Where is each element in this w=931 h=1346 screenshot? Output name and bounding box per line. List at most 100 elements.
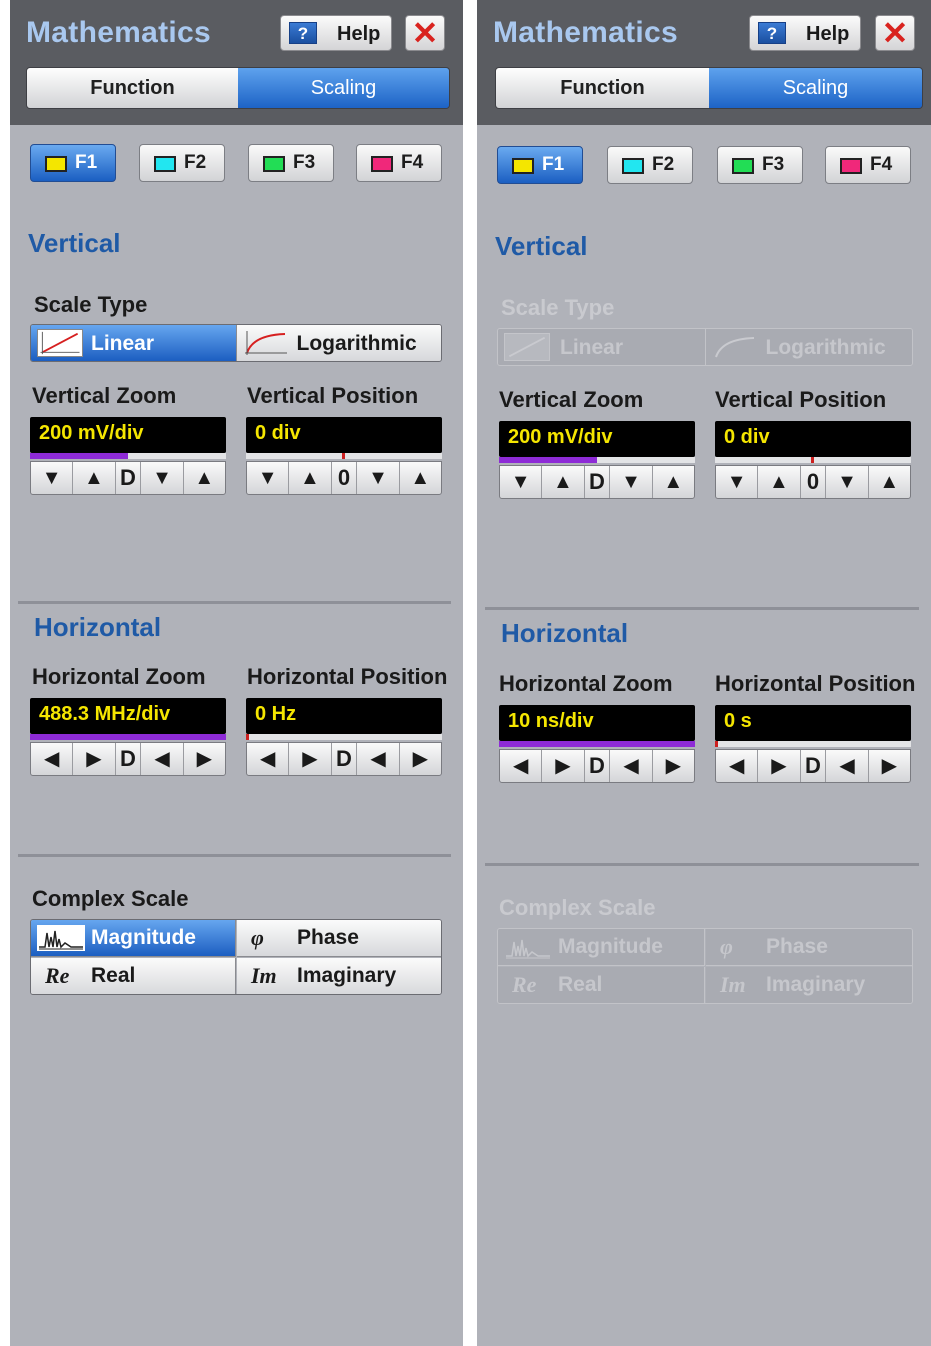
default-button[interactable]: D <box>585 466 611 498</box>
panel-title: Mathematics <box>26 16 212 49</box>
help-button[interactable]: ? Help <box>280 15 392 51</box>
function-f2-button[interactable]: F2 <box>607 146 693 184</box>
step-right-coarse-button[interactable]: ▶ <box>289 743 332 775</box>
step-right-fine-button[interactable]: ▶ <box>184 743 225 775</box>
magnitude-label: Magnitude <box>91 926 196 949</box>
help-label: Help <box>806 23 850 45</box>
step-up-fine-button[interactable]: ▲ <box>184 462 225 494</box>
step-up-coarse-button[interactable]: ▲ <box>758 466 801 498</box>
tab-scaling[interactable]: Scaling <box>238 68 449 108</box>
step-left-fine-button[interactable]: ◀ <box>826 750 869 782</box>
position-marker <box>246 734 249 740</box>
scale-type-label: Scale Type <box>501 295 615 320</box>
scale-log-label: Logarithmic <box>296 332 417 355</box>
step-right-fine-button[interactable]: ▶ <box>400 743 441 775</box>
zoom-fill <box>30 453 128 459</box>
horizontal-position-bar <box>715 741 911 747</box>
step-right-fine-button[interactable]: ▶ <box>869 750 910 782</box>
vertical-zoom-bar <box>30 453 226 459</box>
scale-linear-option[interactable]: Linear <box>31 325 237 361</box>
function-f4-button[interactable]: F4 <box>356 144 442 182</box>
function-f2-button[interactable]: F2 <box>139 144 225 182</box>
step-down-coarse-button[interactable]: ▼ <box>247 462 290 494</box>
linear-scale-icon <box>504 333 550 361</box>
function-f3-button[interactable]: F3 <box>248 144 334 182</box>
step-left-fine-button[interactable]: ◀ <box>141 743 184 775</box>
f2-color-swatch <box>622 158 644 174</box>
vertical-position-value[interactable]: 0 div <box>715 421 911 457</box>
step-up-fine-button[interactable]: ▲ <box>869 466 910 498</box>
function-f1-button[interactable]: F1 <box>497 146 583 184</box>
scale-log-label: Logarithmic <box>765 336 886 359</box>
step-up-fine-button[interactable]: ▲ <box>400 462 441 494</box>
step-down-fine-button[interactable]: ▼ <box>357 462 400 494</box>
zero-button[interactable]: 0 <box>801 466 827 498</box>
step-down-fine-button[interactable]: ▼ <box>610 466 653 498</box>
complex-phase-option[interactable]: φ Phase <box>237 920 441 957</box>
close-icon[interactable]: ✕ <box>405 15 445 51</box>
section-divider <box>485 863 919 866</box>
horizontal-position-label: Horizontal Position <box>247 664 448 689</box>
im-icon: Im <box>251 963 277 988</box>
horizontal-position-value[interactable]: 0 s <box>715 705 911 741</box>
vertical-zoom-label: Vertical Zoom <box>499 387 644 412</box>
step-left-coarse-button[interactable]: ◀ <box>31 743 74 775</box>
horizontal-zoom-bar <box>499 741 695 747</box>
scale-linear-label: Linear <box>560 336 624 359</box>
step-down-fine-button[interactable]: ▼ <box>141 462 184 494</box>
function-f3-button[interactable]: F3 <box>717 146 803 184</box>
zero-button[interactable]: 0 <box>332 462 358 494</box>
complex-real-option[interactable]: Re Real <box>31 958 236 994</box>
scale-logarithmic-option[interactable]: Logarithmic <box>236 325 441 361</box>
horizontal-position-value[interactable]: 0 Hz <box>246 698 442 734</box>
vertical-zoom-text: 200 mV/div <box>508 426 613 448</box>
horizontal-heading: Horizontal <box>501 618 629 648</box>
horizontal-position-steps: ◀ ▶ D ◀ ▶ <box>246 742 442 776</box>
help-icon: ? <box>289 22 317 44</box>
step-right-fine-button[interactable]: ▶ <box>653 750 694 782</box>
complex-magnitude-option[interactable]: Magnitude <box>31 920 236 957</box>
default-button[interactable]: D <box>116 462 142 494</box>
step-up-coarse-button[interactable]: ▲ <box>289 462 332 494</box>
step-left-fine-button[interactable]: ◀ <box>357 743 400 775</box>
panel-header: Mathematics ? Help ✕ Function Scaling <box>10 0 463 125</box>
horizontal-zoom-value[interactable]: 10 ns/div <box>499 705 695 741</box>
tab-function[interactable]: Function <box>27 68 238 108</box>
step-down-coarse-button[interactable]: ▼ <box>500 466 543 498</box>
function-f1-button[interactable]: F1 <box>30 144 116 182</box>
close-icon[interactable]: ✕ <box>875 15 915 51</box>
vertical-zoom-value[interactable]: 200 mV/div <box>30 417 226 453</box>
vertical-position-value[interactable]: 0 div <box>246 417 442 453</box>
step-up-fine-button[interactable]: ▲ <box>653 466 694 498</box>
help-button[interactable]: ? Help <box>749 15 861 51</box>
horizontal-zoom-text: 10 ns/div <box>508 710 594 732</box>
step-left-coarse-button[interactable]: ◀ <box>247 743 290 775</box>
step-down-fine-button[interactable]: ▼ <box>826 466 869 498</box>
step-down-coarse-button[interactable]: ▼ <box>716 466 759 498</box>
tab-scaling[interactable]: Scaling <box>709 68 922 108</box>
vertical-zoom-value[interactable]: 200 mV/div <box>499 421 695 457</box>
step-left-coarse-button[interactable]: ◀ <box>500 750 543 782</box>
step-left-coarse-button[interactable]: ◀ <box>716 750 759 782</box>
step-right-coarse-button[interactable]: ▶ <box>73 743 116 775</box>
re-icon: Re <box>512 972 537 997</box>
panel-title: Mathematics <box>493 16 679 49</box>
tab-function[interactable]: Function <box>496 68 709 108</box>
default-button[interactable]: D <box>332 743 358 775</box>
default-button[interactable]: D <box>585 750 611 782</box>
horizontal-zoom-value[interactable]: 488.3 MHz/div <box>30 698 226 734</box>
step-up-coarse-button[interactable]: ▲ <box>542 466 585 498</box>
step-right-coarse-button[interactable]: ▶ <box>542 750 585 782</box>
default-button[interactable]: D <box>801 750 827 782</box>
vertical-position-bar <box>246 453 442 459</box>
step-up-coarse-button[interactable]: ▲ <box>73 462 116 494</box>
section-divider <box>18 601 451 604</box>
function-f4-button[interactable]: F4 <box>825 146 911 184</box>
default-button[interactable]: D <box>116 743 142 775</box>
step-left-fine-button[interactable]: ◀ <box>610 750 653 782</box>
step-right-coarse-button[interactable]: ▶ <box>758 750 801 782</box>
complex-imaginary-option[interactable]: Im Imaginary <box>237 958 441 994</box>
f4-color-swatch <box>840 158 862 174</box>
step-down-coarse-button[interactable]: ▼ <box>31 462 74 494</box>
function-label: F3 <box>762 154 785 175</box>
